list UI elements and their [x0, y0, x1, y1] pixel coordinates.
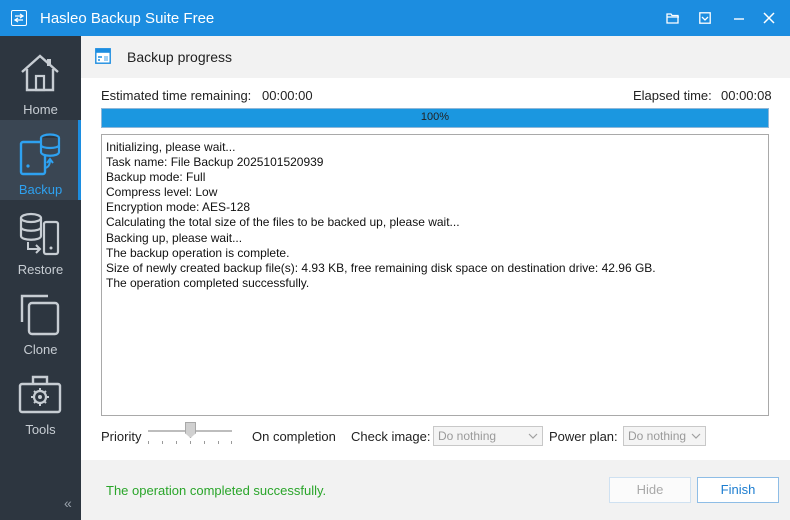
- remaining-value: 00:00:00: [262, 88, 313, 103]
- priority-slider-ticks: [148, 441, 232, 445]
- on-completion-label: On completion: [252, 429, 336, 444]
- sidebar-item-label: Home: [23, 102, 58, 117]
- sidebar-item-tools[interactable]: Tools: [0, 360, 81, 440]
- sidebar-item-label: Restore: [17, 262, 64, 277]
- sidebar-item-restore[interactable]: Restore: [0, 200, 81, 280]
- priority-slider-thumb[interactable]: [185, 422, 196, 438]
- log-line: Task name: File Backup 2025101520939: [106, 155, 324, 170]
- finish-button[interactable]: Finish: [697, 477, 779, 503]
- open-folder-icon[interactable]: [663, 8, 683, 28]
- elapsed-label: Elapsed time:: [633, 88, 712, 103]
- restore-icon: [19, 212, 60, 256]
- log-line: Calculating the total size of the files …: [106, 215, 460, 230]
- tools-icon: [18, 375, 62, 414]
- page-title: Backup progress: [127, 49, 233, 65]
- app-logo-icon: [11, 10, 27, 26]
- progress-page-icon: [95, 48, 111, 67]
- chevron-down-icon: [528, 430, 538, 444]
- sidebar-item-backup[interactable]: Backup: [0, 120, 81, 200]
- power-plan-label: Power plan:: [549, 429, 618, 444]
- chevron-down-icon: [691, 430, 701, 444]
- log-output[interactable]: Initializing, please wait... Task name: F…: [101, 134, 769, 416]
- log-line: Backup mode: Full: [106, 170, 206, 185]
- power-plan-value: Do nothing: [628, 429, 687, 443]
- log-line: Initializing, please wait...: [106, 140, 236, 154]
- elapsed-value: 00:00:08: [721, 88, 772, 103]
- remaining-label: Estimated time remaining:: [101, 88, 252, 103]
- backup-icon: [19, 133, 61, 176]
- power-plan-select[interactable]: Do nothing: [623, 426, 706, 446]
- hide-button[interactable]: Hide: [609, 477, 691, 503]
- check-image-select[interactable]: Do nothing: [433, 426, 543, 446]
- sidebar-item-label: Tools: [25, 422, 56, 437]
- check-image-label: Check image:: [351, 429, 431, 444]
- log-line: Compress level: Low: [106, 185, 218, 200]
- sidebar-item-clone[interactable]: Clone: [0, 280, 81, 360]
- status-message: The operation completed successfully.: [106, 483, 327, 498]
- sidebar-item-home[interactable]: Home: [0, 40, 81, 120]
- clone-icon: [20, 294, 60, 336]
- log-line: Encryption mode: AES-128: [106, 200, 251, 215]
- minimize-icon[interactable]: [729, 8, 749, 28]
- progress-percent: 100%: [420, 111, 450, 123]
- close-icon[interactable]: [759, 8, 779, 28]
- menu-dropdown-icon[interactable]: [695, 8, 715, 28]
- check-image-value: Do nothing: [438, 429, 497, 443]
- sidebar-item-label: Backup: [18, 182, 63, 197]
- log-line: Backing up, please wait...: [106, 230, 243, 245]
- window-title: Hasleo Backup Suite Free: [40, 10, 215, 27]
- page-header: Backup progress: [81, 36, 790, 78]
- log-line: Size of newly created backup file(s): 4.…: [106, 260, 656, 275]
- sidebar: Home Backup Restore Clone Tools «: [0, 36, 81, 520]
- log-line: The backup operation is complete.: [106, 245, 290, 260]
- home-icon: [21, 54, 59, 92]
- collapse-sidebar-icon[interactable]: «: [64, 495, 72, 511]
- sidebar-item-label: Clone: [23, 342, 58, 357]
- log-line: The operation completed successfully.: [106, 275, 310, 290]
- priority-label: Priority: [101, 429, 142, 444]
- title-bar: Hasleo Backup Suite Free: [0, 0, 790, 36]
- progress-bar: 100%: [101, 108, 769, 128]
